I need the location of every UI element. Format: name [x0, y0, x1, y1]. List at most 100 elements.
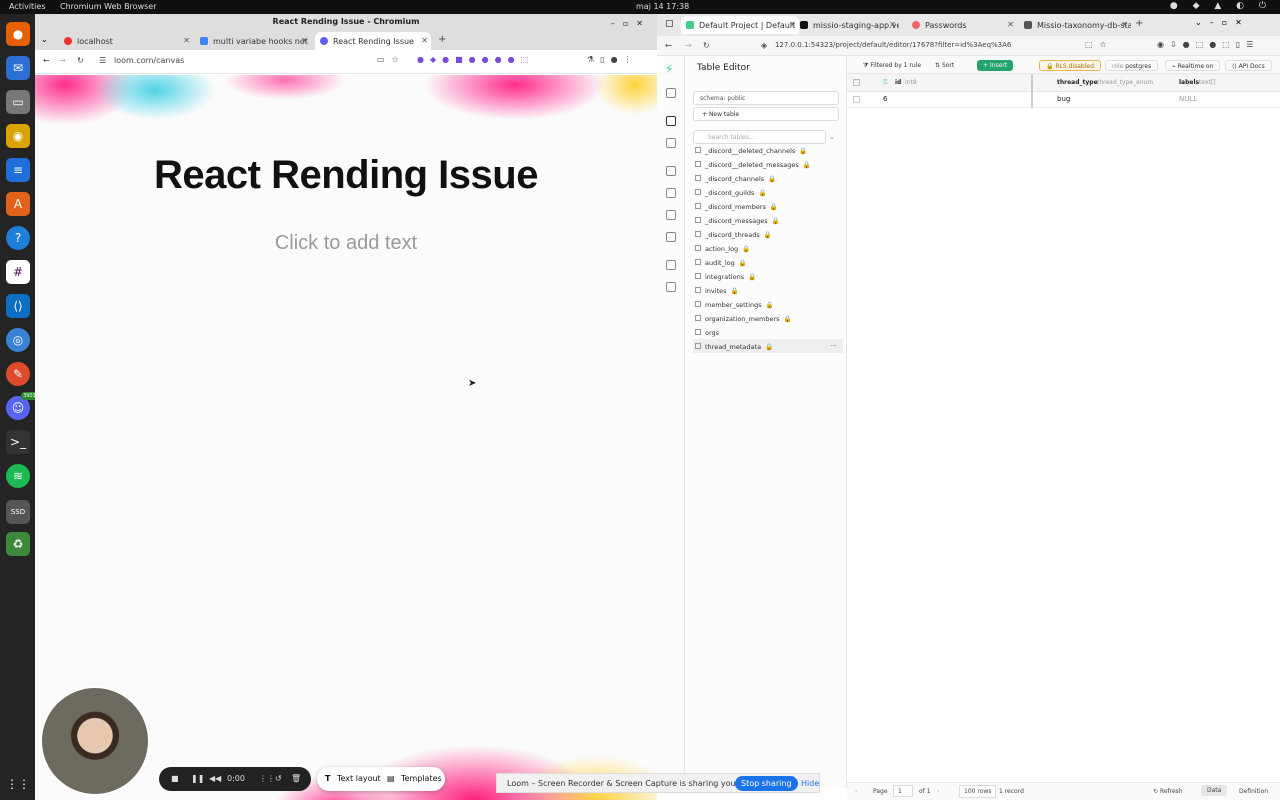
url-actions-icons[interactable]: ⬚☆: [1085, 40, 1114, 49]
firefox-icon[interactable]: ●: [6, 22, 30, 46]
bookmark-star-icon[interactable]: ▭☆: [377, 55, 406, 64]
browser-menu-icons[interactable]: ⚗▯●⋮: [587, 55, 638, 64]
table-item[interactable]: orgs: [693, 325, 843, 339]
page-input[interactable]: 1: [893, 785, 913, 797]
tab-list-chevron-icon[interactable]: ⌄: [41, 35, 48, 44]
tab-missio-staging[interactable]: missio-staging-app.verc ✕: [795, 16, 899, 34]
postman-icon[interactable]: ✎: [6, 362, 30, 386]
webcam-bubble[interactable]: [40, 686, 150, 796]
back-icon[interactable]: ←: [43, 56, 50, 65]
table-editor-icon[interactable]: [666, 116, 676, 126]
schema-selector[interactable]: schema: public: [693, 91, 839, 105]
stop-record-icon[interactable]: ■: [171, 774, 179, 783]
prev-page-icon[interactable]: ‹: [855, 788, 857, 795]
back-icon[interactable]: ←: [665, 41, 672, 50]
column-header-thread-type[interactable]: thread_type: [1057, 79, 1098, 86]
table-item[interactable]: action_log 🔒: [693, 241, 843, 255]
home-icon[interactable]: [666, 88, 676, 98]
activities-button[interactable]: Activities: [9, 2, 46, 11]
files-icon[interactable]: ▭: [6, 90, 30, 114]
delete-icon[interactable]: 🗑: [291, 774, 301, 783]
cell-labels[interactable]: NULL: [1179, 95, 1197, 103]
table-item[interactable]: audit_log 🔒: [693, 255, 843, 269]
sql-editor-icon[interactable]: [666, 138, 676, 148]
table-item[interactable]: _discord__deleted_messages 🔒: [693, 157, 843, 171]
table-item[interactable]: _discord_messages 🔒: [693, 213, 843, 227]
close-tab-icon[interactable]: ✕: [301, 36, 308, 45]
chromium-icon[interactable]: ◎: [6, 328, 30, 352]
vscode-icon[interactable]: ⟨⟩: [6, 294, 30, 318]
supabase-logo-icon[interactable]: ⚡: [665, 62, 673, 76]
text-layout-icon[interactable]: T: [325, 774, 330, 783]
rows-per-page-select[interactable]: 100 rows: [959, 785, 997, 798]
close-tab-icon[interactable]: ✕: [889, 20, 896, 29]
templates-icon[interactable]: ▤: [387, 774, 395, 783]
rls-status-button[interactable]: 🔒 RLS disabled: [1039, 60, 1101, 71]
next-page-icon[interactable]: ›: [937, 788, 939, 795]
refresh-button[interactable]: ↻ Refresh: [1153, 788, 1183, 795]
storage-icon[interactable]: [666, 210, 676, 220]
rhythmbox-icon[interactable]: ◉: [6, 124, 30, 148]
new-tab-icon[interactable]: +: [438, 34, 446, 45]
definition-tab[interactable]: Definition: [1239, 788, 1268, 795]
table-item[interactable]: _discord_channels 🔒: [693, 171, 843, 185]
data-tab[interactable]: Data: [1201, 785, 1228, 796]
reload-icon[interactable]: ↻: [703, 41, 710, 50]
loom-canvas[interactable]: React Rending Issue Click to add text ➤ …: [35, 75, 657, 800]
table-item[interactable]: _discord_members 🔒: [693, 199, 843, 213]
cell-id[interactable]: 6: [883, 95, 887, 103]
table-row[interactable]: 6 bug NULL: [847, 92, 1280, 108]
insert-button[interactable]: + Insert: [977, 60, 1014, 71]
filter-button[interactable]: ⧩ Filtered by 1 rule: [857, 60, 927, 71]
table-item[interactable]: _discord_guilds 🔒: [693, 185, 843, 199]
system-tray-icons[interactable]: ● ◆ ▲ ◐ ⏻: [1170, 1, 1272, 11]
help-icon[interactable]: ?: [6, 226, 30, 250]
close-tab-icon[interactable]: ✕: [1007, 20, 1014, 29]
close-tab-icon[interactable]: ✕: [421, 36, 428, 45]
canvas-text-placeholder[interactable]: Click to add text: [35, 232, 657, 255]
window-controls[interactable]: ⌄–▫✕: [1195, 18, 1250, 27]
reload-icon[interactable]: ↻: [77, 56, 84, 65]
trash-icon[interactable]: ♻: [6, 532, 30, 556]
software-center-icon[interactable]: A: [6, 192, 30, 216]
slack-icon[interactable]: #: [6, 260, 30, 284]
url-field[interactable]: loom.com/canvas: [114, 56, 184, 65]
tab-react-rending-issue[interactable]: React Rending Issue ✕: [315, 32, 431, 50]
table-options-icon[interactable]: ···: [831, 342, 837, 350]
restart-icon[interactable]: ↺: [275, 774, 282, 783]
forward-icon[interactable]: →: [685, 41, 692, 50]
search-tables-input[interactable]: Search tables...: [693, 130, 826, 144]
table-item[interactable]: _discord_threads 🔒: [693, 227, 843, 241]
hide-share-bar-button[interactable]: Hide: [801, 779, 819, 788]
table-item[interactable]: invites 🔒: [693, 283, 843, 297]
sidebar-toggle-icon[interactable]: ▢: [665, 19, 674, 29]
tab-localhost[interactable]: localhost ✕: [59, 32, 193, 50]
text-layout-button[interactable]: Text layout: [337, 774, 381, 783]
api-docs-button[interactable]: ⟨⟩ API Docs: [1225, 60, 1272, 71]
thunderbird-icon[interactable]: ✉: [6, 56, 30, 80]
table-item-selected[interactable]: thread_metadata 🔒 ···: [693, 339, 843, 353]
row-checkbox[interactable]: [853, 96, 860, 103]
tab-missio-taxonomy[interactable]: Missio-taxonomy-db-stag ✕: [1019, 16, 1131, 34]
sort-tables-icon[interactable]: ⌄: [829, 133, 835, 141]
table-item[interactable]: member_settings 🔒: [693, 297, 843, 311]
forward-icon[interactable]: →: [59, 56, 66, 65]
close-tab-icon[interactable]: ✕: [1121, 20, 1128, 29]
pause-icon[interactable]: ❚❚: [191, 774, 204, 783]
canvas-heading[interactable]: React Rending Issue: [35, 153, 657, 198]
stop-sharing-button[interactable]: Stop sharing: [735, 776, 798, 791]
close-tab-icon[interactable]: ✕: [183, 36, 190, 45]
writer-icon[interactable]: ≡: [6, 158, 30, 182]
new-table-button[interactable]: + New table: [693, 107, 839, 121]
app-menu[interactable]: Chromium Web Browser: [60, 2, 157, 11]
discord-icon[interactable]: ☺ 3903: [6, 392, 38, 420]
rewind-icon[interactable]: ◀◀: [209, 774, 221, 783]
realtime-button[interactable]: ⌁ Realtime on: [1165, 60, 1221, 71]
templates-button[interactable]: Templates: [401, 774, 442, 783]
role-selector[interactable]: role postgres: [1105, 60, 1159, 71]
tab-passwords[interactable]: Passwords ✕: [907, 16, 1017, 34]
url-field[interactable]: 127.0.0.1:54323/project/default/editor/1…: [775, 41, 1011, 49]
shield-icon[interactable]: ◈: [761, 41, 767, 50]
extensions-toolbar-icons[interactable]: ●◆●■●●●●⬚: [417, 55, 534, 64]
spotify-icon[interactable]: ≋: [6, 464, 30, 488]
